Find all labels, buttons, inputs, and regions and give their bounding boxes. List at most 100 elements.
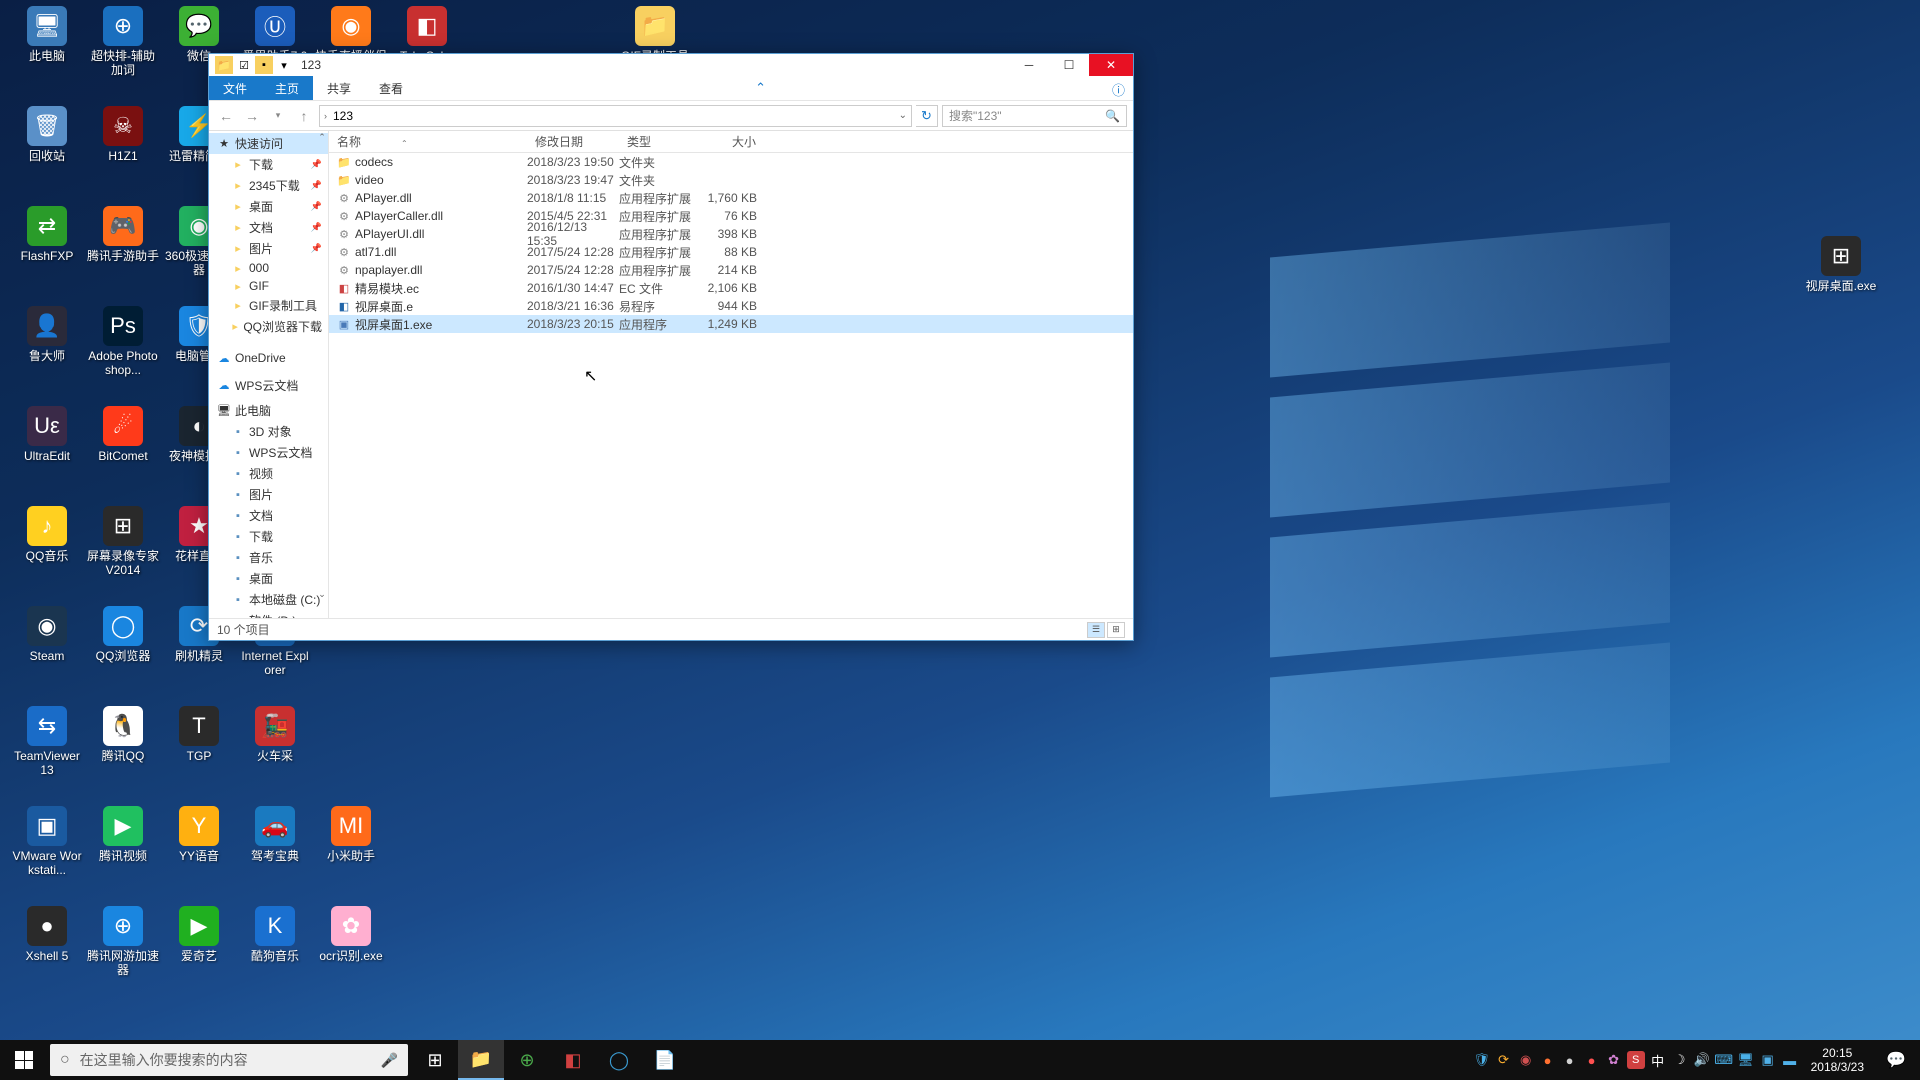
system-tray[interactable]: 🛡 ⟳ ◉ ● ● ● ✿ S 中 ☽ 🔊 ⌨ 🖥 ▣ ▬ 20:15 2018… (1473, 1040, 1920, 1080)
view-details-button[interactable]: ☰ (1087, 622, 1105, 638)
nav-this-pc-item[interactable]: ▪下载 (209, 526, 328, 547)
desktop-icon[interactable]: ⊕超快排-辅助加词 (86, 6, 160, 78)
tray-app-icon-2[interactable]: ● (1539, 1051, 1557, 1069)
taskbar-app-2[interactable]: ◧ (550, 1040, 596, 1080)
file-row[interactable]: ⚙APlayerCaller.dll 2015/4/5 22:31 应用程序扩展… (329, 207, 1133, 225)
view-icons-button[interactable]: ⊞ (1107, 622, 1125, 638)
address-dropdown-icon[interactable]: ⌄ (899, 110, 907, 121)
nav-this-pc-item[interactable]: ▪软件 (D:) (209, 610, 328, 618)
desktop-icon[interactable]: ●Xshell 5 (10, 906, 84, 963)
titlebar[interactable]: 📁 ☑ ▪ ▾ 123 ─ ☐ ✕ (209, 54, 1133, 76)
tab-view[interactable]: 查看 (365, 76, 417, 100)
taskbar-explorer[interactable]: 📁 (458, 1040, 504, 1080)
search-input[interactable]: 搜索"123" 🔍 (942, 105, 1127, 127)
desktop-icon[interactable]: 🚗驾考宝典 (238, 806, 312, 863)
close-button[interactable]: ✕ (1089, 54, 1133, 76)
refresh-button[interactable]: ↻ (916, 105, 938, 127)
taskbar-clock[interactable]: 20:15 2018/3/23 (1805, 1046, 1870, 1075)
qa-checkbox-icon[interactable]: ☑ (235, 56, 253, 74)
nav-quick-access-item[interactable]: ▸下载📌 (209, 154, 328, 175)
up-button[interactable]: ↑ (293, 105, 315, 127)
history-dropdown[interactable]: ▾ (267, 105, 289, 127)
nav-quick-access-item[interactable]: ▸000 (209, 259, 328, 277)
taskbar-app-3[interactable]: ◯ (596, 1040, 642, 1080)
desktop-icon[interactable]: ▣VMware Workstati... (10, 806, 84, 878)
nav-quick-access-item[interactable]: ▸桌面📌 (209, 196, 328, 217)
nav-this-pc-item[interactable]: ▪音乐 (209, 547, 328, 568)
tab-share[interactable]: 共享 (313, 76, 365, 100)
desktop-icon[interactable]: MI小米助手 (314, 806, 388, 863)
nav-quick-access-item[interactable]: ▸GIF录制工具 (209, 295, 328, 316)
nav-cloud-item[interactable]: ☁WPS云文档 (209, 375, 328, 396)
col-type[interactable]: 类型 (619, 133, 705, 150)
taskbar-app-4[interactable]: 📄 (642, 1040, 688, 1080)
notification-center-button[interactable]: 💬 (1876, 1040, 1916, 1080)
desktop-icon-right[interactable]: ⊞ 视屏桌面.exe (1804, 236, 1878, 293)
tray-app-icon-6[interactable]: ▣ (1759, 1051, 1777, 1069)
tray-shield-icon[interactable]: 🛡 (1473, 1051, 1491, 1069)
nav-this-pc-item[interactable]: ▪视频 (209, 463, 328, 484)
desktop-icon[interactable]: 🐧腾讯QQ (86, 706, 160, 763)
navigation-pane[interactable]: ⌃ ★ 快速访问 ▸下载📌▸2345下载📌▸桌面📌▸文档📌▸图片📌▸000 ▸GI… (209, 131, 329, 618)
column-headers[interactable]: 名称⌃ 修改日期 类型 大小 (329, 131, 1133, 153)
forward-button[interactable]: → (241, 105, 263, 127)
desktop-icon[interactable]: ☠H1Z1 (86, 106, 160, 163)
desktop-icon[interactable]: ▶爱奇艺 (162, 906, 236, 963)
tray-moon-icon[interactable]: ☽ (1671, 1051, 1689, 1069)
desktop-icon[interactable]: UεUltraEdit (10, 406, 84, 463)
file-row[interactable]: ◧精易模块.ec 2016/1/30 14:47 EC 文件 2,106 KB (329, 279, 1133, 297)
nav-quick-access-item[interactable]: ▸2345下载📌 (209, 175, 328, 196)
file-row[interactable]: 📁video 2018/3/23 19:47 文件夹 (329, 171, 1133, 189)
file-row[interactable]: 📁codecs 2018/3/23 19:50 文件夹 (329, 153, 1133, 171)
scroll-up-icon[interactable]: ⌃ (316, 131, 328, 143)
desktop-icon[interactable]: ▶腾讯视频 (86, 806, 160, 863)
tray-app-icon-5[interactable]: ✿ (1605, 1051, 1623, 1069)
desktop-icon[interactable]: 🗑回收站 (10, 106, 84, 163)
desktop-icon[interactable]: ⊞屏幕录像专家V2014 (86, 506, 160, 578)
file-row[interactable]: ◧视屏桌面.e 2018/3/21 16:36 易程序 944 KB (329, 297, 1133, 315)
tray-volume-icon[interactable]: 🔊 (1693, 1051, 1711, 1069)
nav-this-pc-item[interactable]: ▪WPS云文档 (209, 442, 328, 463)
taskbar-app-1[interactable]: ⊕ (504, 1040, 550, 1080)
file-row[interactable]: ⚙APlayerUI.dll 2016/12/13 15:35 应用程序扩展 3… (329, 225, 1133, 243)
desktop-icon[interactable]: ◉Steam (10, 606, 84, 663)
desktop-icon[interactable]: TTGP (162, 706, 236, 763)
taskbar[interactable]: ○ 在这里输入你要搜索的内容 🎤 ⊞ 📁 ⊕ ◧ ◯ 📄 🛡 ⟳ ◉ ● ● ●… (0, 1040, 1920, 1080)
tray-app-icon-4[interactable]: ● (1583, 1051, 1601, 1069)
ime-indicator[interactable]: S (1627, 1051, 1645, 1069)
nav-quick-access-item[interactable]: ▸QQ浏览器下载 (209, 316, 328, 337)
taskbar-search-input[interactable]: ○ 在这里输入你要搜索的内容 🎤 (50, 1044, 408, 1076)
desktop-icon[interactable]: 🚂火车采 (238, 706, 312, 763)
col-name[interactable]: 名称⌃ (329, 133, 527, 150)
desktop-icon[interactable]: ⇆TeamViewer 13 (10, 706, 84, 778)
scroll-down-icon[interactable]: ⌄ (316, 588, 328, 600)
nav-quick-access-item[interactable]: ▸图片📌 (209, 238, 328, 259)
minimize-button[interactable]: ─ (1009, 54, 1049, 76)
file-row[interactable]: ⚙atl71.dll 2017/5/24 12:28 应用程序扩展 88 KB (329, 243, 1133, 261)
nav-this-pc-item[interactable]: ▪本地磁盘 (C:) (209, 589, 328, 610)
nav-quick-access[interactable]: ★ 快速访问 (209, 133, 328, 154)
microphone-icon[interactable]: 🎤 (381, 1052, 398, 1069)
desktop-icon[interactable]: 👤鲁大师 (10, 306, 84, 363)
tray-sync-icon[interactable]: ⟳ (1495, 1051, 1513, 1069)
tray-battery-icon[interactable]: ▬ (1781, 1051, 1799, 1069)
col-date[interactable]: 修改日期 (527, 133, 619, 150)
ime-lang[interactable]: 中 (1649, 1051, 1667, 1069)
nav-this-pc-item[interactable]: ▪图片 (209, 484, 328, 505)
tray-app-icon[interactable]: ◉ (1517, 1051, 1535, 1069)
start-button[interactable] (0, 1040, 48, 1080)
path-segment[interactable]: 123 (333, 109, 353, 123)
desktop-icon[interactable]: PsAdobe Photoshop... (86, 306, 160, 378)
nav-this-pc-item[interactable]: ▪文档 (209, 505, 328, 526)
file-row[interactable]: ▣视屏桌面1.exe 2018/3/23 20:15 应用程序 1,249 KB (329, 315, 1133, 333)
tray-app-icon-3[interactable]: ● (1561, 1051, 1579, 1069)
desktop-icon[interactable]: ⇄FlashFXP (10, 206, 84, 263)
desktop-icon[interactable]: ♪QQ音乐 (10, 506, 84, 563)
desktop-icon[interactable]: 🎮腾讯手游助手 (86, 206, 160, 263)
desktop-icon[interactable]: ⊕腾讯网游加速器 (86, 906, 160, 978)
desktop-icon[interactable]: ☄BitComet (86, 406, 160, 463)
nav-quick-access-item[interactable]: ▸文档📌 (209, 217, 328, 238)
desktop-icon[interactable]: YYY语音 (162, 806, 236, 863)
task-view-button[interactable]: ⊞ (412, 1040, 458, 1080)
ribbon-collapse-icon[interactable]: ⌃ (747, 76, 774, 100)
